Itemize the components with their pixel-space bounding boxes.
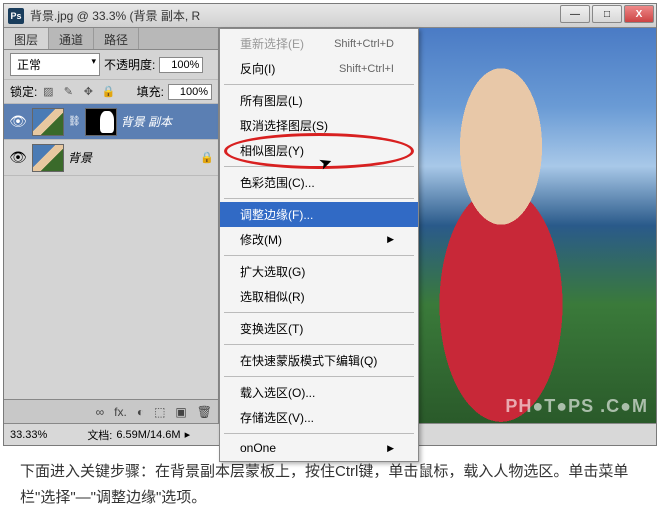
menu-grow[interactable]: 扩大选取(G)	[220, 259, 418, 284]
minimize-button[interactable]: —	[560, 5, 590, 23]
window-controls: — □ X	[560, 5, 654, 23]
lock-brush-icon[interactable]: ✎	[61, 85, 75, 99]
lock-label: 锁定:	[10, 83, 37, 100]
layer-name[interactable]: 背景 副本	[121, 113, 172, 130]
tab-channels[interactable]: 通道	[49, 28, 94, 49]
close-button[interactable]: X	[624, 5, 654, 23]
menu-deselect-layers[interactable]: 取消选择图层(S)	[220, 113, 418, 138]
panel-tabs: 图层 通道 路径	[4, 28, 218, 50]
menu-refine-edge[interactable]: 调整边缘(F)...	[220, 202, 418, 227]
trash-icon[interactable]: 🗑	[197, 405, 212, 419]
new-layer-icon[interactable]: ▣	[175, 405, 186, 419]
adjustment-icon[interactable]: ⬚	[154, 405, 165, 419]
menu-quick-mask[interactable]: 在快速蒙版模式下编辑(Q)	[220, 348, 418, 373]
menu-separator	[224, 312, 414, 313]
layers-panel: 图层 通道 路径 正常 不透明度: 100% 锁定: ▨ ✎ ✥ 🔒 填充: 1…	[4, 28, 219, 423]
maximize-button[interactable]: □	[592, 5, 622, 23]
titlebar: Ps 背景.jpg @ 33.3% (背景 副本, R — □ X	[4, 4, 656, 28]
menu-similar-layers[interactable]: 相似图层(Y)	[220, 138, 418, 163]
lock-fill-row: 锁定: ▨ ✎ ✥ 🔒 填充: 100%	[4, 80, 218, 104]
blend-mode-dropdown[interactable]: 正常	[10, 53, 100, 76]
link-layers-icon[interactable]: ∞	[96, 405, 105, 419]
tab-paths[interactable]: 路径	[94, 28, 139, 49]
menu-all-layers[interactable]: 所有图层(L)	[220, 88, 418, 113]
menu-transform-selection[interactable]: 变换选区(T)	[220, 316, 418, 341]
layer-thumbnail[interactable]	[32, 144, 64, 172]
menu-separator	[224, 376, 414, 377]
menu-modify[interactable]: 修改(M)▶	[220, 227, 418, 252]
opacity-input[interactable]: 100%	[159, 57, 203, 73]
select-menu: 重新选择(E)Shift+Ctrl+D 反向(I)Shift+Ctrl+I 所有…	[219, 28, 419, 462]
photoshop-window: Ps 背景.jpg @ 33.3% (背景 副本, R — □ X 图层 通道 …	[3, 3, 657, 446]
menu-separator	[224, 166, 414, 167]
lock-all-icon[interactable]: 🔒	[101, 85, 115, 99]
watermark: PH●T●PS .C●M	[505, 396, 648, 417]
menu-separator	[224, 255, 414, 256]
layer-row-background[interactable]: 👁 背景 🔒	[4, 140, 218, 176]
menu-separator	[224, 198, 414, 199]
ps-app-icon: Ps	[8, 8, 24, 24]
document-size: 文档:6.59M/14.6M▸	[87, 427, 190, 443]
chevron-right-icon[interactable]: ▸	[185, 428, 191, 441]
menu-color-range[interactable]: 色彩范围(C)...	[220, 170, 418, 195]
blend-opacity-row: 正常 不透明度: 100%	[4, 50, 218, 80]
lock-icons: ▨ ✎ ✥ 🔒	[41, 85, 115, 99]
opacity-label: 不透明度:	[104, 56, 155, 73]
visibility-toggle[interactable]: 👁	[8, 149, 28, 166]
menu-separator	[224, 84, 414, 85]
fill-label: 填充:	[137, 83, 164, 100]
menu-save-selection[interactable]: 存储选区(V)...	[220, 405, 418, 430]
zoom-level[interactable]: 33.33%	[10, 429, 47, 441]
visibility-toggle[interactable]: 👁	[8, 113, 28, 130]
tab-layers[interactable]: 图层	[4, 28, 49, 49]
layer-thumbnail[interactable]	[32, 108, 64, 136]
submenu-arrow-icon: ▶	[387, 234, 394, 245]
menu-load-selection[interactable]: 载入选区(O)...	[220, 380, 418, 405]
mask-icon[interactable]: ◐	[137, 405, 144, 419]
document-title: 背景.jpg @ 33.3% (背景 副本, R	[30, 7, 652, 24]
fill-input[interactable]: 100%	[168, 84, 212, 100]
menu-separator	[224, 344, 414, 345]
menu-onone[interactable]: onOne▶	[220, 437, 418, 459]
submenu-arrow-icon: ▶	[387, 443, 394, 454]
menu-reselect: 重新选择(E)Shift+Ctrl+D	[220, 31, 418, 56]
layer-name[interactable]: 背景	[68, 149, 92, 166]
layer-row-copy[interactable]: 👁 ⛓ 背景 副本	[4, 104, 218, 140]
menu-separator	[224, 433, 414, 434]
lock-move-icon[interactable]: ✥	[81, 85, 95, 99]
layer-list: 👁 ⛓ 背景 副本 👁 背景 🔒	[4, 104, 218, 399]
link-icon: ⛓	[68, 116, 81, 127]
lock-icon: 🔒	[200, 151, 214, 165]
fx-icon[interactable]: fx.	[114, 405, 127, 419]
layer-mask-thumbnail[interactable]	[85, 108, 117, 136]
lock-transparent-icon[interactable]: ▨	[41, 85, 55, 99]
work-area: 图层 通道 路径 正常 不透明度: 100% 锁定: ▨ ✎ ✥ 🔒 填充: 1…	[4, 28, 656, 423]
menu-inverse[interactable]: 反向(I)Shift+Ctrl+I	[220, 56, 418, 81]
panel-footer: ∞ fx. ◐ ⬚ ▣ 🗑	[4, 399, 218, 423]
menu-similar[interactable]: 选取相似(R)	[220, 284, 418, 309]
